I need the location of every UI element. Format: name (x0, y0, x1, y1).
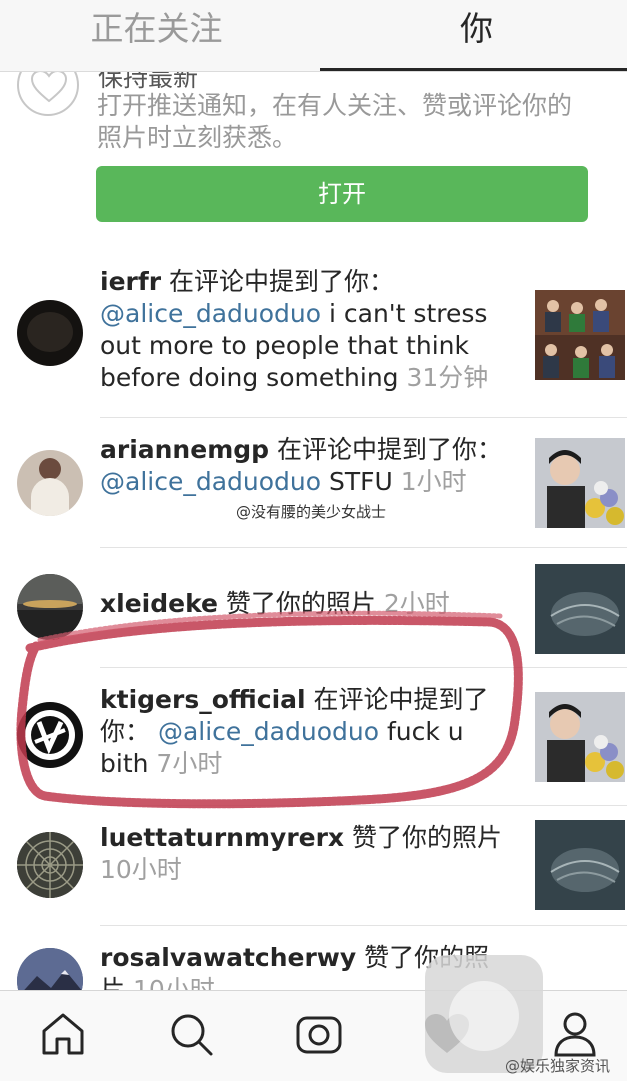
activity-action: 在评论中提到了你： (161, 267, 395, 296)
avatar[interactable] (17, 702, 83, 768)
post-thumbnail[interactable] (535, 692, 625, 782)
avatar[interactable] (17, 450, 83, 516)
timestamp: 7小时 (148, 749, 223, 778)
mention-link[interactable]: @alice_daduoduo (150, 717, 379, 746)
username[interactable]: luettaturnmyrerx (100, 823, 344, 852)
list-item[interactable]: ierfr 在评论中提到了你：@alice_daduoduo i can't s… (0, 250, 627, 418)
timestamp: 2小时 (375, 589, 450, 618)
comment-text: STFU (321, 467, 393, 496)
heart-circle-icon (17, 72, 79, 116)
home-icon[interactable] (38, 1009, 88, 1059)
avatar[interactable] (17, 574, 83, 640)
banner-description: 打开推送通知，在有人关注、赞或评论你的照片时立刻获悉。 (97, 91, 573, 152)
timestamp: 31分钟 (398, 363, 489, 392)
mention-link[interactable]: @alice_daduoduo (100, 467, 321, 496)
push-notification-banner: 保持最新 打开推送通知，在有人关注、赞或评论你的照片时立刻获悉。 打开 (0, 72, 627, 250)
post-thumbnail[interactable] (535, 820, 625, 910)
activity-text: ariannemgp 在评论中提到了你： @alice_daduoduo STF… (100, 434, 505, 498)
list-item[interactable]: luettaturnmyrerx 赞了你的照片 10小时 (0, 806, 627, 926)
timestamp: 10小时 (100, 855, 182, 884)
username[interactable]: ierfr (100, 267, 161, 296)
list-item[interactable]: xleideke 赞了你的照片 2小时 (0, 548, 627, 668)
activity-action: 赞了你的照片 (344, 823, 503, 852)
activity-feed: ierfr 在评论中提到了你：@alice_daduoduo i can't s… (0, 250, 627, 990)
username[interactable]: xleideke (100, 589, 218, 618)
post-thumbnail[interactable] (535, 564, 625, 654)
mention-link[interactable]: @alice_daduoduo (100, 299, 321, 328)
camera-icon[interactable] (294, 1009, 344, 1059)
list-item[interactable]: ktigers_official 在评论中提到了你： @alice_daduod… (0, 668, 627, 806)
username[interactable]: ktigers_official (100, 685, 306, 714)
profile-icon[interactable] (550, 1009, 600, 1059)
activity-text: ierfr 在评论中提到了你：@alice_daduoduo i can't s… (100, 266, 505, 394)
timestamp: 1小时 (392, 467, 467, 496)
assistive-touch-inner (449, 981, 519, 1051)
username[interactable]: ariannemgp (100, 435, 269, 464)
search-icon[interactable] (166, 1009, 216, 1059)
username[interactable]: rosalvawatcherwy (100, 943, 356, 972)
activity-action: 赞了你的照片 (217, 589, 376, 618)
activity-action: 在评论中提到了你： (269, 435, 502, 464)
watermark: @没有腰的美少女战士 (236, 503, 387, 521)
activity-text: luettaturnmyrerx 赞了你的照片 10小时 (100, 822, 505, 886)
avatar[interactable] (17, 948, 83, 990)
activity-text: ktigers_official 在评论中提到了你： @alice_daduod… (100, 684, 505, 780)
timestamp: 10小时 (125, 975, 215, 990)
watermark: @娱乐独家资讯 (505, 1057, 611, 1075)
post-thumbnail[interactable] (535, 438, 625, 528)
tab-following[interactable]: 正在关注 (0, 0, 313, 72)
activity-tabs: 正在关注 你 (0, 0, 627, 72)
tab-you[interactable]: 你 (320, 0, 627, 72)
avatar[interactable] (17, 300, 83, 366)
list-item[interactable]: ariannemgp 在评论中提到了你： @alice_daduoduo STF… (0, 418, 627, 548)
avatar[interactable] (17, 832, 83, 898)
activity-text: xleideke 赞了你的照片 2小时 (100, 588, 505, 620)
enable-notifications-button[interactable]: 打开 (96, 166, 588, 222)
post-thumbnail[interactable] (535, 290, 625, 380)
